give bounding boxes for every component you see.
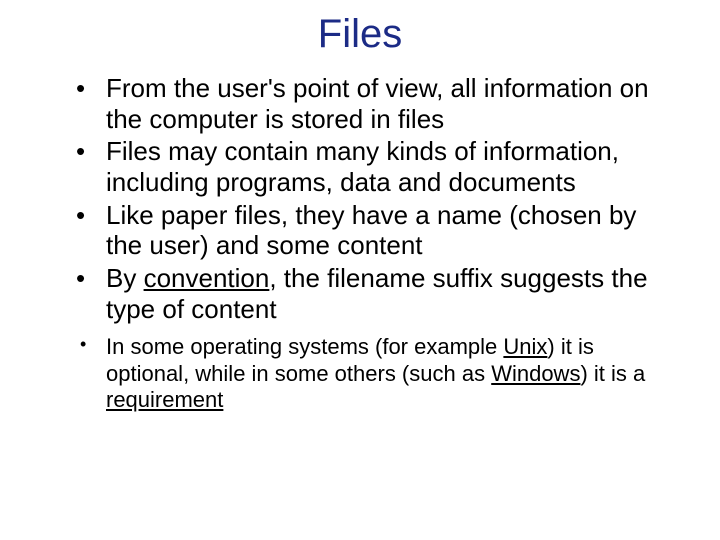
bullet-item: Files may contain many kinds of informat… [76, 136, 670, 197]
bullet-item: From the user's point of view, all infor… [76, 73, 670, 134]
bullet-item: By convention, the filename suffix sugge… [76, 263, 670, 324]
bullet-list: From the user's point of view, all infor… [50, 73, 670, 324]
text: In some operating systems (for example [106, 334, 503, 359]
underlined-term: convention [144, 263, 270, 293]
bullet-item: Like paper files, they have a name (chos… [76, 200, 670, 261]
slide: Files From the user's point of view, all… [0, 0, 720, 540]
underlined-term: Windows [491, 361, 580, 386]
text: ) it is a [580, 361, 645, 386]
sub-bullet-list: In some operating systems (for example U… [50, 334, 670, 413]
sub-bullet-item: In some operating systems (for example U… [76, 334, 670, 413]
underlined-term: Unix [503, 334, 547, 359]
slide-title: Files [50, 12, 670, 57]
underlined-term: requirement [106, 387, 223, 412]
text: By [106, 263, 144, 293]
